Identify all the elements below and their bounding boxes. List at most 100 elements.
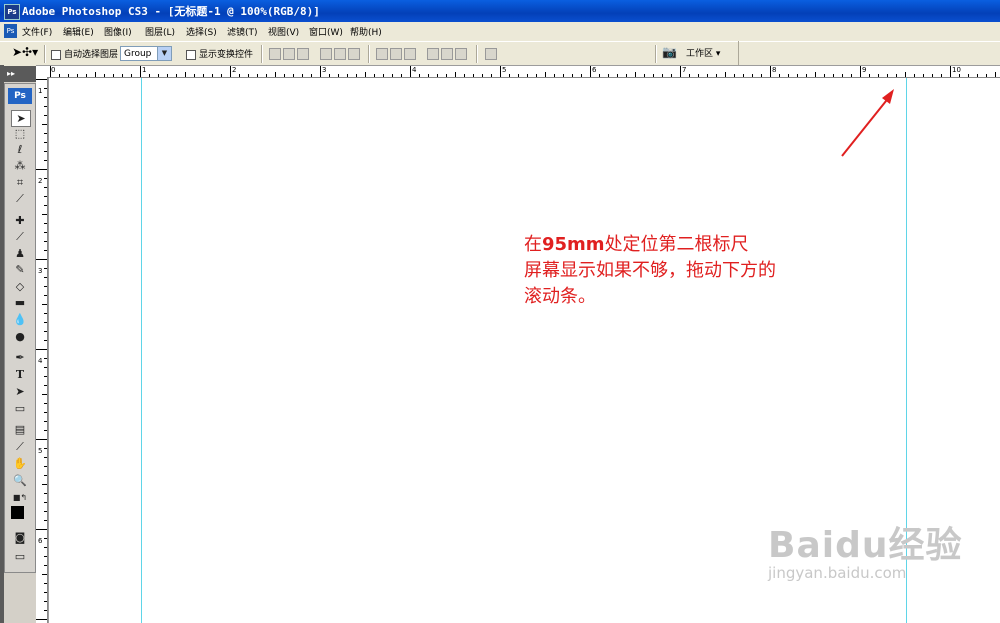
annotation-text: 在95mm处定位第二根标尺 屏幕显示如果不够，拖动下方的 滚动条。 — [524, 232, 776, 310]
separator — [476, 45, 478, 63]
path-selection-tool-icon[interactable]: ➤ — [11, 384, 29, 399]
clone-stamp-tool-icon[interactable]: ♟ — [11, 246, 29, 261]
baidu-watermark: Baidu经验 jingyan.baidu.com — [768, 516, 962, 582]
ruler-label: 6 — [38, 537, 43, 545]
ruler-label: 3 — [322, 66, 327, 74]
annotation-line-3: 滚动条。 — [524, 286, 596, 307]
separator — [738, 41, 739, 65]
show-transform-checkbox[interactable]: 显示变换控件 — [186, 47, 253, 60]
workspace-label: 工作区 — [686, 49, 714, 59]
slice-tool-icon[interactable]: ⟋ — [11, 191, 29, 206]
foreground-color-swatch[interactable] — [11, 506, 24, 519]
ruler-label: 9 — [862, 66, 867, 74]
menu-window[interactable]: 窗口(W) — [309, 25, 343, 38]
type-tool-icon[interactable]: T — [11, 367, 29, 382]
zoom-tool-icon[interactable]: 🔍 — [11, 473, 29, 488]
toolbox: Ps ➤ ⬚ ℓ ⁂ ⌗ ⟋ ✚ ⟋ ♟ ✎ ◇ ▬ 💧 ● ✒ T ➤ ▭ ▤… — [4, 83, 36, 573]
hand-tool-icon[interactable]: ✋ — [11, 456, 29, 471]
separator — [368, 45, 370, 63]
ps-badge[interactable]: Ps — [8, 88, 32, 104]
distribute-bottom-icon[interactable] — [404, 48, 416, 60]
distribute-top-icon[interactable] — [376, 48, 388, 60]
title-bar: Ps Adobe Photoshop CS3 - [无标题-1 @ 100%(R… — [0, 0, 1000, 22]
history-brush-tool-icon[interactable]: ✎ — [11, 262, 29, 277]
show-transform-label: 显示变换控件 — [199, 50, 254, 60]
move-tool-icon[interactable]: ➤ — [11, 110, 31, 127]
auto-select-dropdown[interactable]: Group ▼ — [120, 46, 172, 61]
notes-tool-icon[interactable]: ▤ — [11, 422, 29, 437]
separator — [261, 45, 263, 63]
workspace-button[interactable]: 工作区 ▾ — [686, 46, 720, 59]
shape-tool-icon[interactable]: ▭ — [11, 401, 29, 416]
eyedropper-tool-icon[interactable]: ⟋ — [11, 439, 29, 454]
separator — [655, 45, 657, 63]
pen-tool-icon[interactable]: ✒ — [11, 350, 29, 365]
blur-tool-icon[interactable]: 💧 — [11, 312, 29, 327]
menu-view[interactable]: 视图(V) — [268, 25, 299, 38]
options-bar: ➤✣▾ 自动选择图层 Group ▼ 显示变换控件 📷 工作区 ▾ — [0, 41, 1000, 67]
align-left-icon[interactable] — [320, 48, 332, 60]
guide-line-vertical[interactable] — [141, 78, 142, 623]
screen-mode-icon[interactable]: ▭ — [11, 549, 29, 564]
ruler-label: 4 — [38, 357, 43, 365]
document-icon[interactable]: Ps — [4, 24, 17, 38]
auto-align-icon[interactable] — [485, 48, 497, 60]
align-right-icon[interactable] — [348, 48, 360, 60]
annotation-line-2: 屏幕显示如果不够，拖动下方的 — [524, 260, 776, 281]
menu-help[interactable]: 帮助(H) — [350, 25, 382, 38]
menu-filter[interactable]: 滤镜(T) — [227, 25, 258, 38]
align-bottom-icon[interactable] — [297, 48, 309, 60]
distribute-vcenter-icon[interactable] — [390, 48, 402, 60]
horizontal-ruler[interactable]: 0 1 2 3 4 5 6 7 8 9 10 — [48, 66, 1000, 78]
toolbox-header[interactable]: ▸▸ — [4, 66, 37, 82]
distribute-hcenter-icon[interactable] — [441, 48, 453, 60]
marquee-tool-icon[interactable]: ⬚ — [11, 126, 29, 141]
ruler-label: 8 — [772, 66, 777, 74]
ruler-label: 6 — [592, 66, 597, 74]
menu-edit[interactable]: 编辑(E) — [63, 25, 94, 38]
magic-wand-tool-icon[interactable]: ⁂ — [11, 158, 29, 173]
menu-select[interactable]: 选择(S) — [186, 25, 217, 38]
menu-file[interactable]: 文件(F) — [22, 25, 52, 38]
eraser-tool-icon[interactable]: ◇ — [11, 279, 29, 294]
separator — [44, 45, 46, 63]
ruler-label: 3 — [38, 267, 43, 275]
align-hcenter-icon[interactable] — [334, 48, 346, 60]
auto-select-label: 自动选择图层 — [64, 50, 119, 60]
ruler-label: 0 — [51, 66, 56, 74]
dodge-tool-icon[interactable]: ● — [11, 329, 29, 344]
distribute-right-icon[interactable] — [455, 48, 467, 60]
photoshop-app-icon: Ps — [4, 4, 20, 20]
annotation-arrow — [841, 89, 894, 157]
ruler-label: 10 — [952, 66, 961, 74]
lasso-tool-icon[interactable]: ℓ — [11, 142, 29, 157]
ruler-ticks — [50, 66, 996, 77]
gradient-tool-icon[interactable]: ▬ — [11, 295, 29, 310]
swap-colors-icon[interactable]: ■↰ — [11, 490, 29, 505]
ruler-label: 7 — [682, 66, 687, 74]
ruler-label: 5 — [38, 447, 43, 455]
brush-tool-icon[interactable]: ⟋ — [11, 229, 29, 244]
menu-image[interactable]: 图像(I) — [104, 25, 132, 38]
ruler-label: 1 — [142, 66, 147, 74]
healing-brush-tool-icon[interactable]: ✚ — [11, 213, 29, 228]
auto-select-checkbox[interactable]: 自动选择图层 — [51, 47, 118, 60]
crop-tool-icon[interactable]: ⌗ — [11, 175, 29, 190]
distribute-left-icon[interactable] — [427, 48, 439, 60]
chevron-down-icon: ▼ — [157, 47, 171, 60]
move-tool-preset-icon[interactable]: ➤✣▾ — [12, 45, 38, 59]
window-title: Adobe Photoshop CS3 - [无标题-1 @ 100%(RGB/… — [22, 5, 320, 18]
align-vcenter-icon[interactable] — [283, 48, 295, 60]
menu-layer[interactable]: 图层(L) — [145, 25, 175, 38]
ruler-label: 4 — [412, 66, 417, 74]
ruler-label: 1 — [38, 87, 43, 95]
menu-bar: Ps 文件(F) 编辑(E) 图像(I) 图层(L) 选择(S) 滤镜(T) 视… — [0, 22, 1000, 41]
annotation-line-1: 在95mm处定位第二根标尺 — [524, 234, 749, 255]
quick-mask-icon[interactable]: ◙ — [11, 530, 29, 545]
bridge-icon[interactable]: 📷 — [662, 45, 677, 59]
watermark-brand: Baidu经验 — [768, 525, 963, 566]
ruler-label: 5 — [502, 66, 507, 74]
vertical-ruler[interactable]: 1 2 3 4 5 6 — [36, 77, 48, 623]
align-top-icon[interactable] — [269, 48, 281, 60]
ruler-label: 2 — [232, 66, 237, 74]
